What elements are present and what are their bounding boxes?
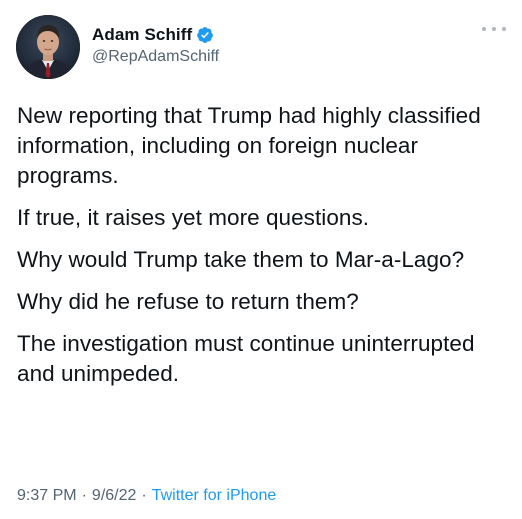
author-display-name[interactable]: Adam Schiff <box>92 25 192 45</box>
tweet-paragraph: Why would Trump take them to Mar-a-Lago? <box>17 247 465 272</box>
tweet-meta: 9:37 PM · 9/6/22 · Twitter for iPhone <box>17 487 276 505</box>
tweet-paragraph: The investigation must continue uninterr… <box>17 331 475 386</box>
tweet-time[interactable]: 9:37 PM <box>17 487 77 505</box>
more-dot <box>502 27 506 31</box>
tweet-paragraph: New reporting that Trump had highly clas… <box>17 103 481 188</box>
tweet-text: New reporting that Trump had highly clas… <box>17 101 495 401</box>
tweet-date[interactable]: 9/6/22 <box>92 487 136 505</box>
more-dot <box>492 27 496 31</box>
meta-separator: · <box>141 487 147 504</box>
tweet-paragraph: If true, it raises yet more questions. <box>17 205 370 230</box>
display-name-row: Adam Schiff <box>92 24 219 46</box>
avatar[interactable] <box>16 15 80 79</box>
tweet-header: Adam Schiff @RepAdamSchiff <box>16 12 506 82</box>
tweet-card: Adam Schiff @RepAdamSchiff New reporting… <box>0 0 522 519</box>
tweet-paragraph: Why did he refuse to return them? <box>17 289 359 314</box>
author-handle[interactable]: @RepAdamSchiff <box>92 48 219 66</box>
more-horizontal-icon[interactable] <box>482 22 506 36</box>
verified-badge-icon <box>196 26 214 44</box>
more-dot <box>482 27 486 31</box>
author-info: Adam Schiff @RepAdamSchiff <box>92 24 219 66</box>
meta-separator: · <box>81 487 87 504</box>
avatar-image <box>16 15 80 79</box>
tweet-source-link[interactable]: Twitter for iPhone <box>152 487 277 505</box>
